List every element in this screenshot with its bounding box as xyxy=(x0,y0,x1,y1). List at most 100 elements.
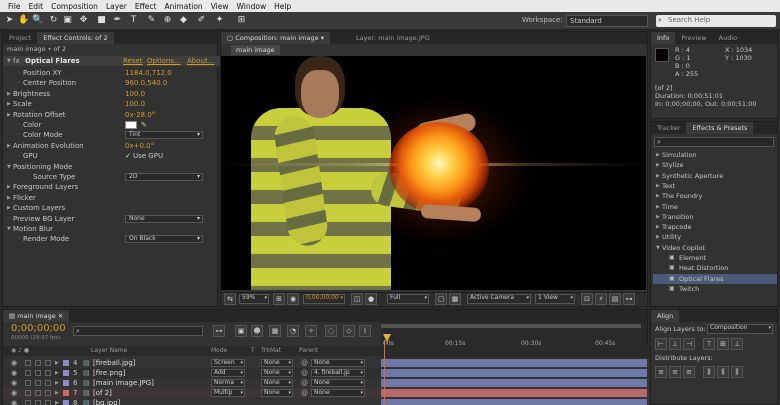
layer-row[interactable]: ◉▶6▤[main image.JPG]NormaNone@None xyxy=(3,378,653,388)
eye-icon[interactable]: ◉ xyxy=(11,398,17,405)
blend-mode-dropdown[interactable]: Multip xyxy=(211,389,245,397)
solo-toggle[interactable] xyxy=(35,380,41,386)
tab-align[interactable]: Align xyxy=(651,310,680,322)
expand-icon[interactable]: ▶ xyxy=(656,171,660,181)
prop-dropdown[interactable]: On Black xyxy=(125,235,203,244)
fx-category-stylize[interactable]: ▶ Stylize xyxy=(651,160,780,170)
prop-value[interactable]: 0x-28.0° xyxy=(125,110,155,120)
align-vcenter-icon[interactable]: ⊞ xyxy=(717,338,729,350)
mask-rect-tool-icon[interactable]: ■ xyxy=(96,15,107,26)
fx-item-heat-distortion[interactable]: ▣ Heat Distortion xyxy=(653,263,777,273)
pickwhip-icon[interactable]: @ xyxy=(301,368,308,378)
fx-category-utility[interactable]: ▶ Utility xyxy=(651,232,780,242)
expand-icon[interactable]: ▶ xyxy=(55,368,59,378)
label-color-chip[interactable] xyxy=(63,370,69,376)
tab-layer[interactable]: Layer: main image.JPG xyxy=(350,32,436,44)
help-search-input[interactable]: ⌕ Search Help xyxy=(656,15,776,27)
audio-toggle[interactable] xyxy=(25,370,31,376)
expand-icon[interactable]: ▶ xyxy=(55,358,59,368)
color-swatch[interactable] xyxy=(125,121,137,129)
brainstorm-icon[interactable]: ✧ xyxy=(305,325,317,337)
prop-row-source-type[interactable]: ◦ Source Type 2D xyxy=(3,172,221,182)
zoom-tool-icon[interactable]: 🔍 xyxy=(32,15,43,26)
roto-brush-tool-icon[interactable]: ✐ xyxy=(196,15,207,26)
prop-value[interactable]: 960.0,540.0 xyxy=(125,78,167,88)
snapshot-icon[interactable]: ◉ xyxy=(287,293,299,305)
fx-item-element[interactable]: ▣ Element xyxy=(653,253,777,263)
fx-category-video-copilot[interactable]: ▼ Video Copilot xyxy=(651,243,780,253)
prop-row-render-mode[interactable]: ◦ Render Mode On Black xyxy=(3,234,221,244)
align-left-icon[interactable]: ⊢ xyxy=(655,338,667,350)
checkbox-icon[interactable]: ✓ xyxy=(125,151,131,161)
fx-category-synthetic-aperture[interactable]: ▶ Synthetic Aperture xyxy=(651,171,780,181)
grid-icon[interactable]: ⊞ xyxy=(273,293,285,305)
prop-row-positioning-mode[interactable]: ▼ Positioning Mode xyxy=(3,162,221,172)
pickwhip-icon[interactable]: @ xyxy=(301,388,308,398)
prop-value[interactable]: 0x+0.0° xyxy=(125,141,154,151)
resolution-dropdown[interactable]: Full xyxy=(387,294,429,304)
channel-icon[interactable]: ● xyxy=(365,293,377,305)
menu-window[interactable]: Window xyxy=(237,2,267,11)
parent-dropdown[interactable]: None xyxy=(311,389,365,397)
align-hcenter-icon[interactable]: ⊥ xyxy=(669,338,681,350)
graph-icon[interactable]: ⌇ xyxy=(359,325,371,337)
menu-edit[interactable]: Edit xyxy=(29,2,44,11)
comp-subtab[interactable]: main image xyxy=(231,45,280,55)
prop-dropdown[interactable]: None xyxy=(125,214,203,223)
layer-name[interactable]: [of 2] xyxy=(93,388,112,398)
collapse-icon[interactable]: ▼ xyxy=(656,243,660,253)
expand-icon[interactable]: ▶ xyxy=(656,191,660,201)
draft-3d-icon[interactable]: ▣ xyxy=(235,325,247,337)
lock-toggle[interactable] xyxy=(45,360,51,366)
expand-icon[interactable]: ▶ xyxy=(656,181,660,191)
distribute-hcenter-icon[interactable]: ⫼ xyxy=(717,366,729,378)
timeline-search-input[interactable]: ⌕ xyxy=(73,326,203,336)
expand-icon[interactable]: ▶ xyxy=(656,160,660,170)
distribute-vcenter-icon[interactable]: ≡ xyxy=(669,366,681,378)
tab-effect-controls[interactable]: Effect Controls: of 2 xyxy=(37,32,114,44)
axis-mode-icon[interactable]: ⊞ xyxy=(236,15,247,26)
blend-mode-dropdown[interactable]: Screen xyxy=(211,359,245,367)
prop-row-flicker[interactable]: ▶ Flicker xyxy=(3,193,221,203)
prop-row-color-mode[interactable]: ◦ Color Mode Tint xyxy=(3,130,221,140)
prop-value[interactable]: 100.0 xyxy=(125,99,145,109)
expand-icon[interactable]: ▶ xyxy=(656,150,660,160)
always-preview-icon[interactable]: ⇆ xyxy=(224,293,236,305)
transparency-grid-icon[interactable]: ▦ xyxy=(449,293,461,305)
audio-toggle[interactable] xyxy=(25,360,31,366)
trkmat-dropdown[interactable]: None xyxy=(261,369,293,377)
workspace-select[interactable]: Standard xyxy=(566,15,648,27)
menu-help[interactable]: Help xyxy=(274,2,291,11)
layer-duration-bar[interactable] xyxy=(381,389,647,397)
expand-icon[interactable]: ▶ xyxy=(656,202,660,212)
layer-duration-bar[interactable] xyxy=(381,369,647,377)
prop-dropdown[interactable]: Tint xyxy=(125,131,203,140)
prop-row-foreground-layers[interactable]: ▶ Foreground Layers xyxy=(3,182,221,192)
stopwatch-icon[interactable]: ◦ xyxy=(17,78,20,88)
hide-shy-icon[interactable]: ☻ xyxy=(251,325,263,337)
fx-category-time[interactable]: ▶ Time xyxy=(651,202,780,212)
expand-effect-icon[interactable]: ▼ xyxy=(7,56,11,66)
prop-value[interactable]: 1184.0,712.0 xyxy=(125,68,172,78)
pan-behind-tool-icon[interactable]: ✥ xyxy=(78,15,89,26)
expand-icon[interactable]: ▶ xyxy=(7,110,11,120)
region-of-interest-icon[interactable]: ▢ xyxy=(435,293,447,305)
selection-tool-icon[interactable]: ➤ xyxy=(4,15,15,26)
type-tool-icon[interactable]: T xyxy=(128,15,139,26)
reset-link[interactable]: Reset xyxy=(123,56,143,66)
work-area-bar[interactable] xyxy=(381,324,641,328)
stopwatch-icon[interactable]: ◦ xyxy=(17,234,20,244)
tab-effects-presets[interactable]: Effects & Presets xyxy=(686,122,754,134)
stopwatch-icon[interactable]: ◦ xyxy=(17,130,20,140)
menu-layer[interactable]: Layer xyxy=(106,2,127,11)
zoom-dropdown[interactable]: 59% xyxy=(239,294,269,304)
layer-duration-bar[interactable] xyxy=(381,399,647,405)
prop-row-center-position[interactable]: ◦ Center Position 960.0,540.0 xyxy=(3,78,221,88)
timecode-field[interactable]: 0;00;00;00 xyxy=(303,294,345,304)
eye-icon[interactable]: ◉ xyxy=(11,368,17,378)
align-bottom-icon[interactable]: ⊥ xyxy=(731,338,743,350)
lock-toggle[interactable] xyxy=(45,400,51,405)
tab-composition[interactable]: ▢ Composition: main image ▾ xyxy=(221,32,330,44)
align-right-icon[interactable]: ⊣ xyxy=(683,338,695,350)
layer-duration-bar[interactable] xyxy=(381,359,647,367)
